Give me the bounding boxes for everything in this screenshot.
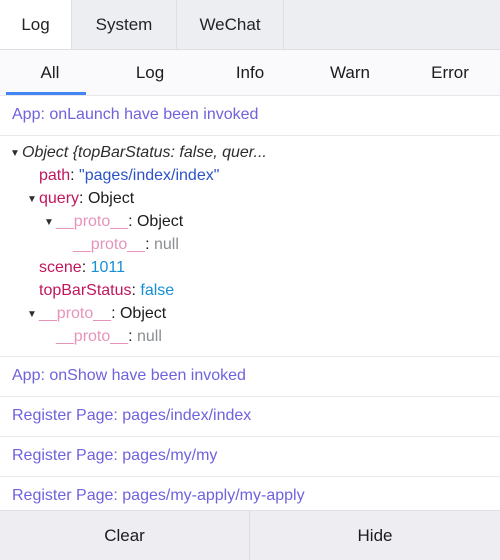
filter-tab-error[interactable]: Error: [400, 50, 500, 95]
chevron-placeholder-icon: ▶: [27, 258, 39, 280]
panel-tab-bar: Log System WeChat: [0, 0, 500, 50]
hide-button[interactable]: Hide: [250, 511, 500, 560]
object-tree-header-label: Object {topBarStatus: false, quer...: [22, 144, 267, 161]
object-key: __proto__: [73, 236, 146, 253]
object-key: path: [39, 167, 71, 184]
object-colon: :: [81, 259, 87, 276]
filter-tab-info[interactable]: Info: [200, 50, 300, 95]
object-key: __proto__: [39, 305, 112, 322]
object-key: __proto__: [56, 328, 129, 345]
clear-button[interactable]: Clear: [0, 511, 250, 560]
panel-tab-log[interactable]: Log: [0, 0, 72, 49]
object-colon: :: [128, 213, 133, 230]
log-filter-tab-bar: All Log Info Warn Error: [0, 50, 500, 95]
chevron-down-icon[interactable]: ▼: [44, 212, 56, 234]
object-tree-row-scene[interactable]: ▶scene: 1011: [0, 257, 500, 280]
object-value: Object: [119, 305, 167, 322]
object-tree-row-query[interactable]: ▼ query: Object: [0, 188, 500, 211]
log-entry[interactable]: Register Page: pages/index/index: [0, 397, 500, 437]
object-tree-row-proto-null[interactable]: ▶__proto__: null: [0, 234, 500, 257]
object-key: scene: [39, 259, 82, 276]
chevron-down-icon[interactable]: ▼: [27, 189, 39, 211]
object-colon: :: [128, 328, 133, 345]
object-tree-row-root-proto-null[interactable]: ▶__proto__: null: [0, 326, 500, 349]
object-tree-row-root-proto[interactable]: ▼ __proto__: Object: [0, 303, 500, 326]
object-value: Object: [136, 213, 184, 230]
object-tree-header-row[interactable]: ▼ Object {topBarStatus: false, quer...: [0, 142, 500, 165]
object-colon: :: [70, 167, 75, 184]
log-entry[interactable]: Register Page: pages/my-apply/my-apply: [0, 477, 500, 510]
object-value: false: [140, 282, 175, 299]
object-key: topBarStatus: [39, 282, 132, 299]
chevron-placeholder-icon: ▶: [27, 281, 39, 303]
object-colon: :: [131, 282, 136, 299]
object-value: null: [153, 236, 179, 253]
chevron-down-icon[interactable]: ▼: [27, 304, 39, 326]
panel-tab-system[interactable]: System: [72, 0, 177, 49]
object-tree-row-topbarstatus[interactable]: ▶topBarStatus: false: [0, 280, 500, 303]
object-tree-row-proto[interactable]: ▼ __proto__: Object: [0, 211, 500, 234]
log-entry[interactable]: App: onLaunch have been invoked: [0, 96, 500, 136]
object-key: query: [39, 190, 80, 207]
chevron-placeholder-icon: ▶: [61, 235, 73, 257]
filter-tab-warn[interactable]: Warn: [300, 50, 400, 95]
object-colon: :: [79, 190, 84, 207]
log-entry[interactable]: Register Page: pages/my/my: [0, 437, 500, 477]
chevron-down-icon[interactable]: ▼: [10, 143, 22, 165]
log-object-tree[interactable]: ▼Object {topBarStatus: false, quer... ▶p…: [0, 136, 500, 357]
panel-tab-empty-space: [284, 0, 500, 49]
log-entry[interactable]: App: onShow have been invoked: [0, 357, 500, 397]
object-key: __proto__: [56, 213, 129, 230]
console-action-bar: Clear Hide: [0, 510, 500, 560]
object-value: 1011: [90, 259, 126, 276]
object-value: "pages/index/index": [79, 167, 220, 184]
object-value: null: [136, 328, 162, 345]
filter-tab-log[interactable]: Log: [100, 50, 200, 95]
filter-tab-all[interactable]: All: [0, 50, 100, 95]
object-colon: :: [111, 305, 116, 322]
panel-tab-wechat[interactable]: WeChat: [177, 0, 284, 49]
chevron-placeholder-icon: ▶: [44, 327, 56, 349]
log-output-list[interactable]: App: onLaunch have been invoked ▼ Object …: [0, 95, 500, 510]
debug-console: Log System WeChat All Log Info Warn Erro…: [0, 0, 500, 560]
chevron-placeholder-icon: ▶: [27, 166, 39, 188]
object-value: Object: [87, 190, 135, 207]
object-tree-row-path[interactable]: ▶path: "pages/index/index": [0, 165, 500, 188]
object-colon: :: [145, 236, 150, 253]
